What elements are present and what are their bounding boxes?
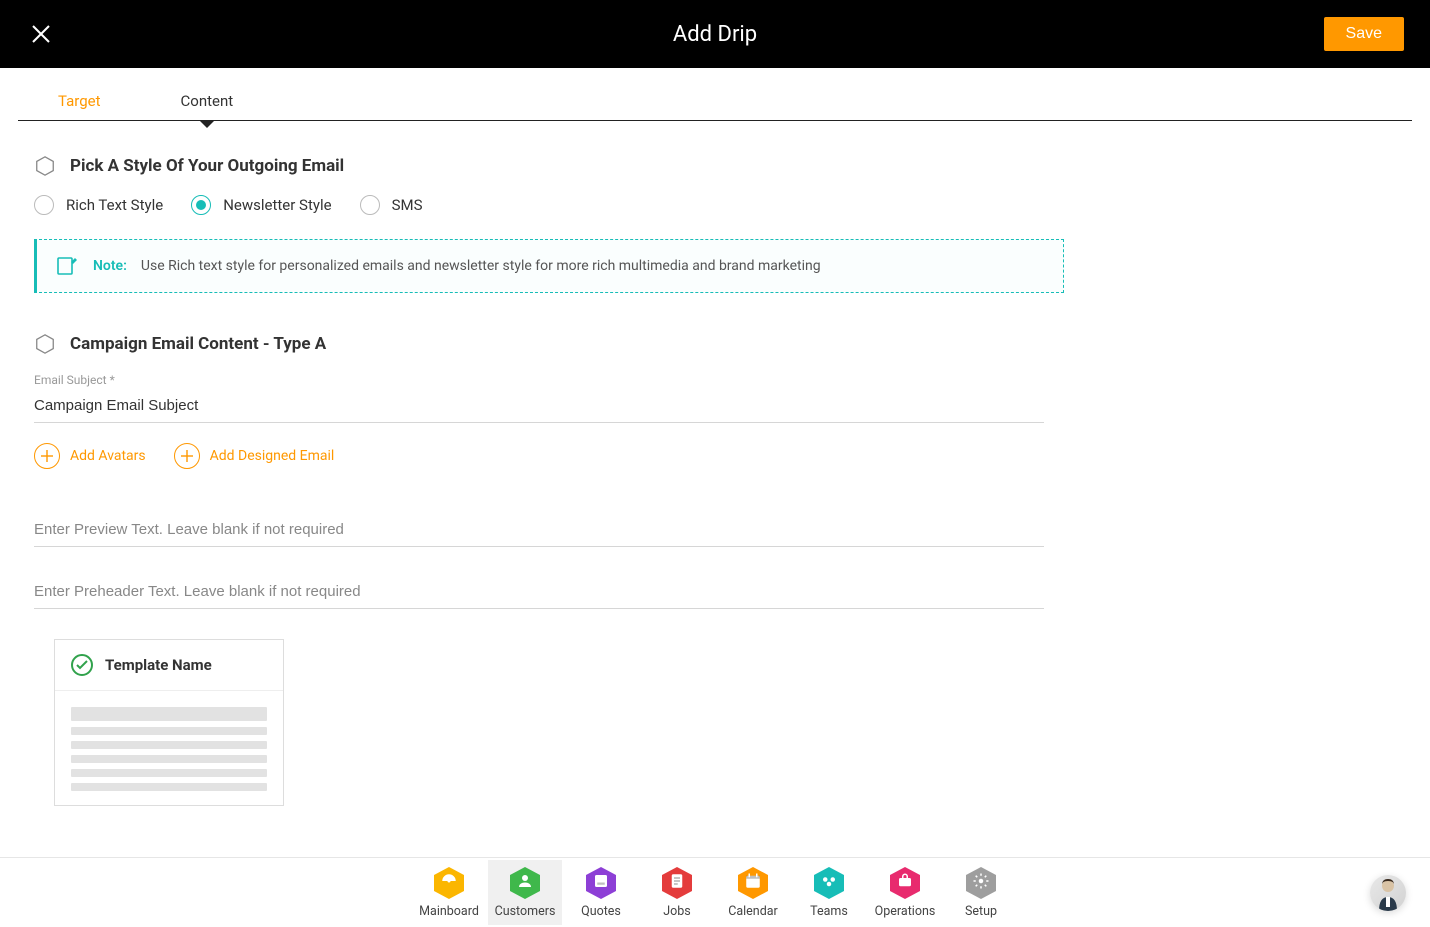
hexagon-icon: [34, 333, 56, 355]
mainboard-icon: [432, 866, 466, 900]
email-subject-input[interactable]: [34, 389, 1044, 423]
radio-rich-text[interactable]: Rich Text Style: [34, 195, 163, 215]
hexagon-icon: [34, 155, 56, 177]
radio-newsletter[interactable]: Newsletter Style: [191, 195, 331, 215]
radio-circle-icon: [191, 195, 211, 215]
note-text: Use Rich text style for personalized ema…: [141, 258, 821, 274]
note-label: Note:: [93, 258, 127, 274]
template-card-header: Template Name: [55, 640, 283, 691]
avatar[interactable]: [1370, 875, 1406, 911]
template-preview: [55, 691, 283, 805]
nav-mainboard[interactable]: Mainboard: [412, 860, 486, 925]
plus-circle-icon: [174, 443, 200, 469]
nav-label: Calendar: [728, 904, 778, 919]
radio-newsletter-label: Newsletter Style: [223, 196, 331, 214]
teams-icon: [812, 866, 846, 900]
skeleton-line: [71, 727, 267, 735]
tab-target[interactable]: Target: [18, 78, 141, 120]
section-campaign-heading: Campaign Email Content - Type A: [34, 333, 1396, 355]
add-actions-row: Add Avatars Add Designed Email: [34, 443, 1396, 469]
preview-text-input[interactable]: [34, 513, 1044, 547]
modal-header: Add Drip Save: [0, 0, 1430, 68]
radio-circle-icon: [360, 195, 380, 215]
email-subject-field: Email Subject *: [34, 373, 1396, 423]
style-radio-group: Rich Text Style Newsletter Style SMS: [34, 195, 1396, 215]
nav-setup[interactable]: Setup: [944, 860, 1018, 925]
nav-label: Jobs: [663, 904, 691, 919]
setup-icon: [964, 866, 998, 900]
person-icon: [1377, 877, 1399, 911]
customers-icon: [508, 866, 542, 900]
template-card[interactable]: Template Name: [54, 639, 284, 806]
nav-label: Customers: [495, 904, 556, 919]
edit-icon: [55, 254, 79, 278]
nav-calendar[interactable]: Calendar: [716, 860, 790, 925]
plus-circle-icon: [34, 443, 60, 469]
style-heading-text: Pick A Style Of Your Outgoing Email: [70, 156, 344, 176]
skeleton-line: [71, 755, 267, 763]
add-avatars-label: Add Avatars: [70, 448, 146, 464]
nav-label: Teams: [810, 904, 848, 919]
radio-sms-label: SMS: [392, 196, 423, 214]
template-name-label: Template Name: [105, 656, 212, 674]
nav-customers[interactable]: Customers: [488, 860, 562, 925]
nav-operations[interactable]: Operations: [868, 860, 942, 925]
add-avatars-button[interactable]: Add Avatars: [34, 443, 146, 469]
preheader-text-input[interactable]: [34, 575, 1044, 609]
operations-icon: [888, 866, 922, 900]
skeleton-line: [71, 769, 267, 777]
tab-target-label: Target: [58, 92, 101, 110]
jobs-icon: [660, 866, 694, 900]
close-button[interactable]: [26, 19, 56, 49]
save-button[interactable]: Save: [1324, 17, 1404, 51]
nav-teams[interactable]: Teams: [792, 860, 866, 925]
skeleton-line: [71, 707, 267, 721]
radio-sms[interactable]: SMS: [360, 195, 423, 215]
check-circle-icon: [71, 654, 93, 676]
preview-text-field: [34, 513, 1396, 547]
add-designed-email-label: Add Designed Email: [210, 448, 335, 464]
campaign-heading-text: Campaign Email Content - Type A: [70, 334, 326, 354]
preheader-text-field: [34, 575, 1396, 609]
nav-label: Setup: [965, 904, 997, 919]
radio-circle-icon: [34, 195, 54, 215]
nav-label: Quotes: [581, 904, 621, 919]
radio-rich-label: Rich Text Style: [66, 196, 163, 214]
bottom-nav: Mainboard Customers Quotes Jobs Calendar…: [0, 857, 1430, 927]
email-subject-label: Email Subject *: [34, 373, 1396, 387]
skeleton-line: [71, 741, 267, 749]
tab-content-label: Content: [181, 92, 234, 110]
tab-bar: Target Content: [18, 78, 1412, 121]
close-icon: [31, 24, 51, 44]
calendar-icon: [736, 866, 770, 900]
section-style-heading: Pick A Style Of Your Outgoing Email: [34, 155, 1396, 177]
content-scroll[interactable]: Target Content Pick A Style Of Your Outg…: [0, 68, 1430, 857]
nav-quotes[interactable]: Quotes: [564, 860, 638, 925]
quotes-icon: [584, 866, 618, 900]
nav-jobs[interactable]: Jobs: [640, 860, 714, 925]
add-designed-email-button[interactable]: Add Designed Email: [174, 443, 335, 469]
chevron-down-icon: [199, 120, 215, 128]
nav-label: Mainboard: [419, 904, 479, 919]
note-box: Note: Use Rich text style for personaliz…: [34, 239, 1064, 293]
nav-label: Operations: [875, 904, 936, 919]
tab-content[interactable]: Content: [141, 78, 274, 120]
skeleton-line: [71, 783, 267, 791]
page-title: Add Drip: [673, 22, 757, 47]
